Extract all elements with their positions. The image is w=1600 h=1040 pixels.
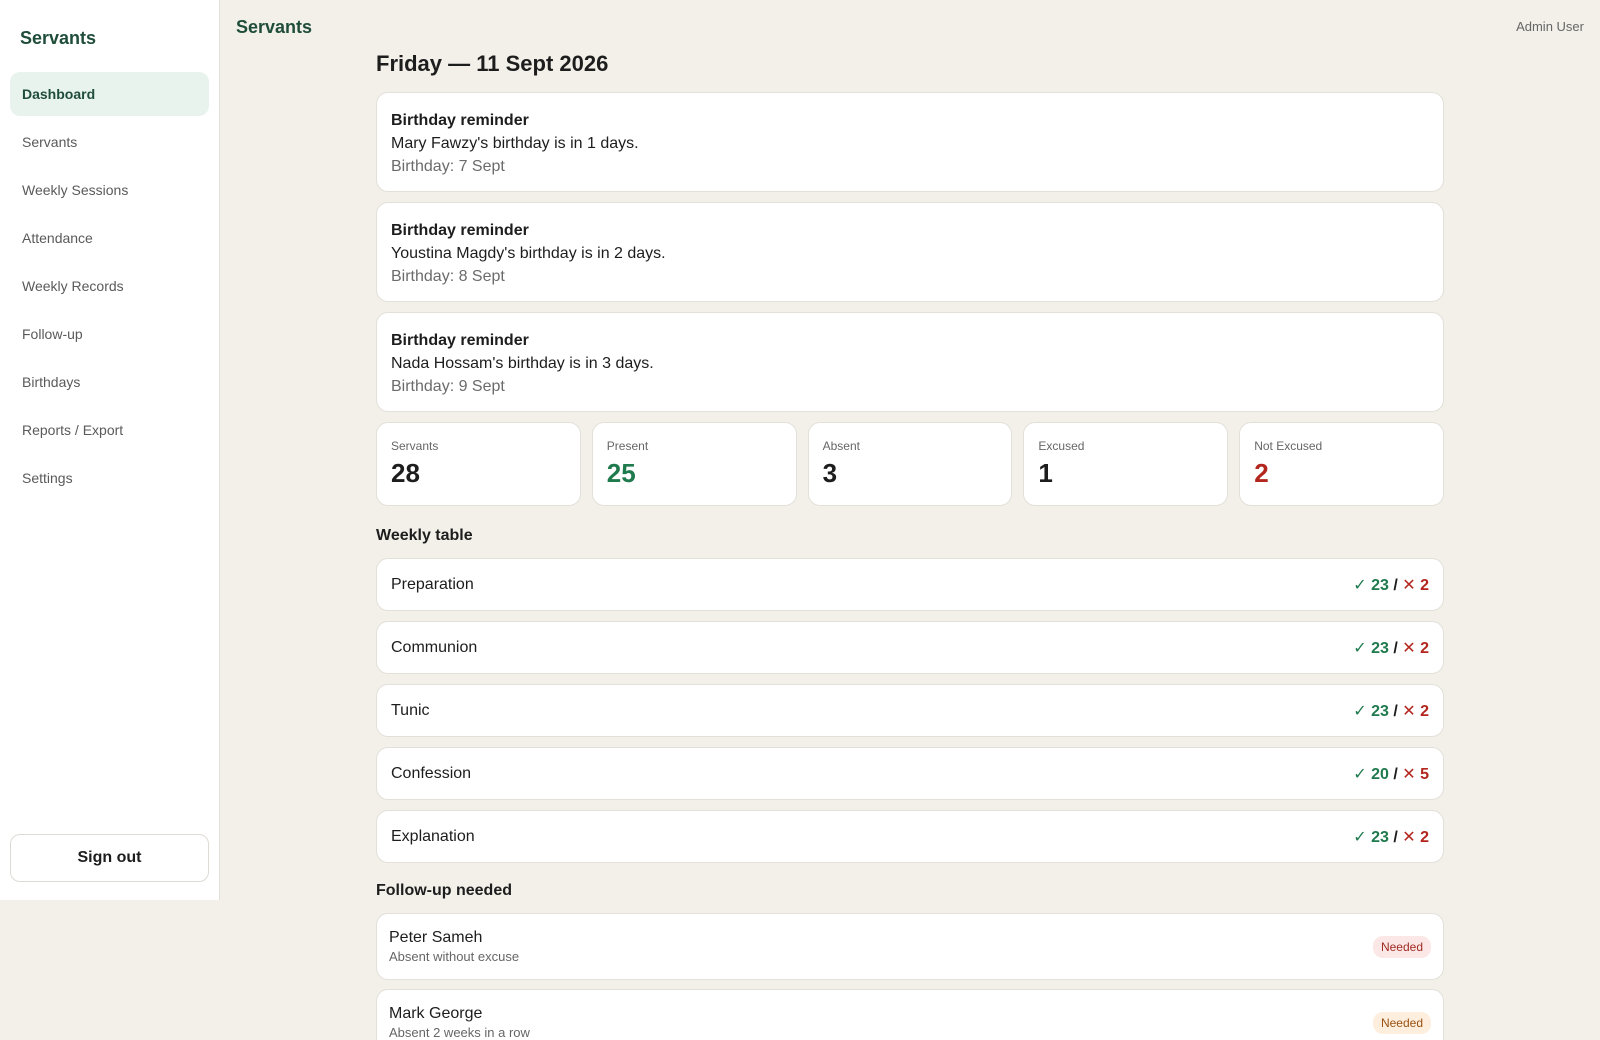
sidebar: Servants Dashboard Servants Weekly Sessi…	[0, 0, 220, 900]
reminder-title: Birthday reminder	[391, 332, 529, 349]
weekly-row-count: ✓ 23 / ✕ 2	[1353, 638, 1429, 658]
reminder-title: Birthday reminder	[391, 112, 529, 129]
birthday-reminder-card: Birthday reminder Youstina Magdy's birth…	[376, 202, 1444, 302]
sign-out-button[interactable]: Sign out	[10, 834, 209, 882]
stat-label: Servants	[391, 439, 439, 453]
sidebar-item-birthdays[interactable]: Birthdays	[10, 360, 209, 404]
stat-card-servants: Servants 28	[376, 422, 581, 506]
absent-count: ✕ 5	[1402, 765, 1429, 783]
count-separator: /	[1393, 576, 1398, 594]
count-separator: /	[1393, 639, 1398, 657]
stat-value: 1	[1038, 458, 1053, 488]
present-count: ✓ 23	[1353, 576, 1389, 594]
present-count: ✓ 23	[1353, 702, 1389, 720]
status-badge: Needed	[1372, 935, 1431, 958]
sidebar-item-reports-export[interactable]: Reports / Export	[10, 408, 209, 452]
followup-info: Mark George Absent 2 weeks in a row	[389, 1004, 530, 1040]
followup-info: Peter Sameh Absent without excuse	[389, 928, 519, 966]
reminder-message: Mary Fawzy's birthday is in 1 days.	[391, 135, 639, 152]
weekly-row-count: ✓ 20 / ✕ 5	[1353, 764, 1429, 784]
stat-value: 2	[1254, 458, 1269, 488]
reminder-date: Birthday: 8 Sept	[391, 268, 505, 285]
sidebar-item-attendance[interactable]: Attendance	[10, 216, 209, 260]
weekly-row-name: Explanation	[391, 827, 475, 845]
followup-title: Follow-up needed	[376, 882, 512, 899]
sidebar-nav: Dashboard Servants Weekly Sessions Atten…	[10, 72, 209, 504]
stat-value: 3	[822, 458, 838, 488]
absent-count: ✕ 2	[1402, 576, 1429, 594]
count-separator: /	[1393, 702, 1398, 720]
weekly-row-name: Confession	[391, 764, 472, 782]
reminder-title: Birthday reminder	[391, 222, 529, 239]
stat-value: 25	[606, 458, 636, 488]
followup-item[interactable]: Mark George Absent 2 weeks in a row Need…	[376, 989, 1444, 1040]
weekly-row-count: ✓ 23 / ✕ 2	[1353, 701, 1429, 721]
absent-count: ✕ 2	[1402, 702, 1429, 720]
weekly-row[interactable]: Confession ✓ 20 / ✕ 5	[376, 747, 1444, 800]
weekly-row[interactable]: Tunic ✓ 23 / ✕ 2	[376, 684, 1444, 737]
followup-item[interactable]: Peter Sameh Absent without excuse Needed	[376, 913, 1444, 980]
weekly-table-title: Weekly table	[376, 527, 473, 544]
birthday-reminder-card: Birthday reminder Nada Hossam's birthday…	[376, 312, 1444, 412]
stat-card-excused: Excused 1	[1023, 422, 1229, 506]
birthday-reminder-card: Birthday reminder Mary Fawzy's birthday …	[376, 92, 1444, 192]
status-badge: Needed	[1372, 1011, 1431, 1034]
stat-label: Excused	[1038, 439, 1085, 453]
weekly-row[interactable]: Preparation ✓ 23 / ✕ 2	[376, 558, 1444, 611]
weekly-row[interactable]: Explanation ✓ 23 / ✕ 2	[376, 810, 1444, 863]
reminder-date: Birthday: 7 Sept	[391, 158, 505, 175]
present-count: ✓ 20	[1353, 765, 1389, 783]
main-content: Friday — 11 Sept 2026 Birthday reminder …	[376, 50, 1444, 1040]
reminder-message: Nada Hossam's birthday is in 3 days.	[391, 355, 654, 372]
weekly-row-count: ✓ 23 / ✕ 2	[1353, 827, 1429, 847]
page-header-title: Servants	[236, 17, 313, 37]
count-separator: /	[1393, 765, 1398, 783]
followup-name: Peter Sameh	[389, 928, 483, 946]
weekly-row-count: ✓ 23 / ✕ 2	[1353, 575, 1429, 595]
sidebar-item-servants[interactable]: Servants	[10, 120, 209, 164]
stat-card-absent: Absent 3	[807, 422, 1013, 506]
stat-card-not-excused: Not Excused 2	[1239, 422, 1444, 506]
followup-reason: Absent without excuse	[389, 948, 520, 964]
weekly-row[interactable]: Communion ✓ 23 / ✕ 2	[376, 621, 1444, 674]
sidebar-brand: Servants	[20, 28, 97, 48]
page-title: Friday — 11 Sept 2026	[376, 51, 609, 76]
user-menu[interactable]: Admin User	[1516, 19, 1584, 34]
followup-name: Mark George	[389, 1004, 483, 1022]
absent-count: ✕ 2	[1402, 828, 1429, 846]
stat-card-present: Present 25	[591, 422, 797, 506]
stats-row: Servants 28 Present 25 Absent 3 Excused …	[376, 422, 1444, 506]
reminder-message: Youstina Magdy's birthday is in 2 days.	[391, 245, 666, 262]
stat-label: Present	[606, 439, 649, 453]
stat-label: Not Excused	[1254, 439, 1323, 453]
weekly-row-name: Preparation	[391, 575, 474, 593]
reminder-date: Birthday: 9 Sept	[391, 378, 505, 395]
weekly-row-name: Tunic	[391, 701, 430, 719]
present-count: ✓ 23	[1353, 639, 1389, 657]
absent-count: ✕ 2	[1402, 639, 1429, 657]
sidebar-item-weekly-records[interactable]: Weekly Records	[10, 264, 209, 308]
sidebar-item-settings[interactable]: Settings	[10, 456, 209, 500]
stat-label: Absent	[822, 439, 860, 453]
stat-value: 28	[391, 458, 420, 488]
followup-reason: Absent 2 weeks in a row	[389, 1024, 530, 1040]
weekly-row-name: Communion	[391, 638, 478, 656]
sidebar-item-follow-up[interactable]: Follow-up	[10, 312, 209, 356]
sidebar-item-weekly-sessions[interactable]: Weekly Sessions	[10, 168, 209, 212]
sidebar-item-dashboard[interactable]: Dashboard	[10, 72, 209, 116]
followup-section: Follow-up needed Peter Sameh Absent with…	[376, 881, 1444, 1040]
count-separator: /	[1393, 828, 1398, 846]
present-count: ✓ 23	[1353, 828, 1389, 846]
